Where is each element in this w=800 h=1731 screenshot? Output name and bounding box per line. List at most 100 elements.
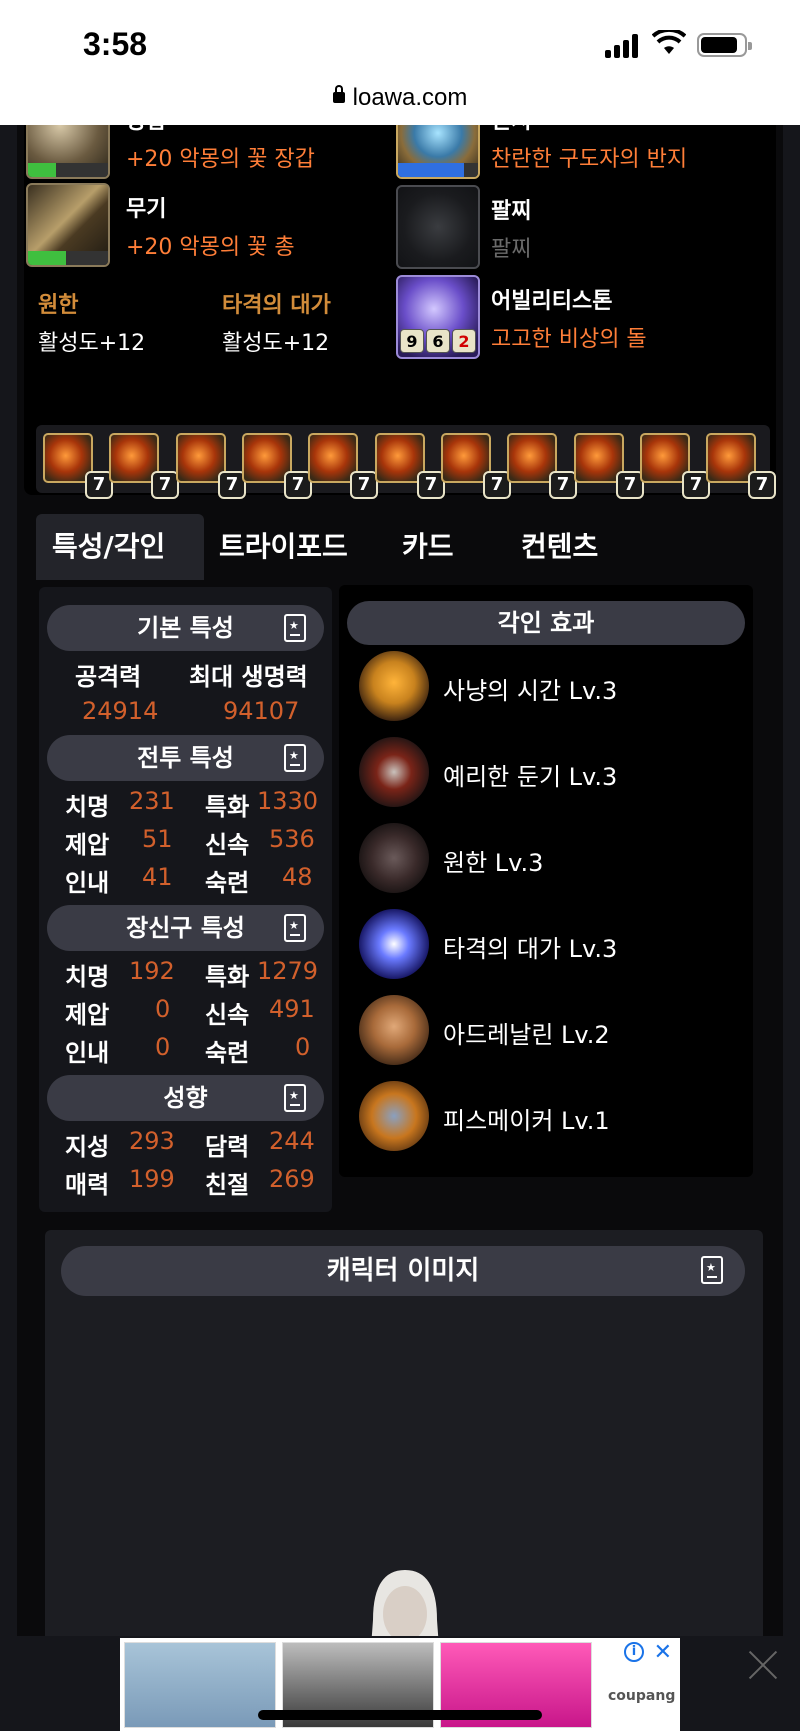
tab-contents[interactable]: 컨텐츠 bbox=[521, 514, 598, 580]
adrenaline-engraving-icon[interactable] bbox=[359, 995, 429, 1065]
stat-value: 1330 bbox=[257, 787, 319, 815]
wifi-icon bbox=[652, 30, 686, 54]
attack-value: 24914 bbox=[82, 697, 159, 725]
stat-label: 친절 bbox=[205, 1171, 250, 1199]
stat-value: 41 bbox=[142, 863, 173, 891]
document-icon[interactable] bbox=[701, 1256, 723, 1284]
hunting-time-engraving-icon[interactable] bbox=[359, 651, 429, 721]
gem-icon[interactable]: 7 bbox=[441, 433, 511, 499]
gem-icon[interactable]: 7 bbox=[640, 433, 710, 499]
stat-value: 0 bbox=[155, 1033, 171, 1061]
grudge-engraving-icon[interactable] bbox=[359, 823, 429, 893]
stat-label: 매력 bbox=[65, 1171, 110, 1199]
gem-icon[interactable]: 7 bbox=[242, 433, 312, 499]
ad-product-bag-image[interactable] bbox=[124, 1642, 276, 1728]
stat-label: 제압 bbox=[65, 1001, 110, 1029]
equip-item-name[interactable]: 팔찌 bbox=[491, 231, 531, 263]
master-brawler-engraving-icon[interactable] bbox=[359, 909, 429, 979]
tab-tripod[interactable]: 트라이포드 bbox=[219, 514, 348, 580]
set-bonus-title: 타격의 대가 bbox=[222, 293, 331, 318]
url-text: loawa.com bbox=[352, 84, 468, 111]
ad-brand: coupang bbox=[608, 1688, 676, 1704]
gauntlet-icon[interactable] bbox=[26, 125, 110, 179]
stat-value: 536 bbox=[269, 825, 315, 853]
browser-chrome: 3:58 loawa.com bbox=[0, 0, 800, 125]
bracelet-icon[interactable] bbox=[396, 185, 480, 269]
gem-icon[interactable]: 7 bbox=[308, 433, 378, 499]
document-icon[interactable] bbox=[284, 614, 306, 642]
ability-stone-icon[interactable]: 9 6 2 bbox=[396, 275, 480, 359]
gem-icon[interactable]: 7 bbox=[43, 433, 113, 499]
gem-level: 7 bbox=[151, 471, 179, 499]
set-bonus-title: 원한 bbox=[38, 293, 79, 318]
gem-level: 7 bbox=[549, 471, 577, 499]
stat-value: 51 bbox=[142, 825, 173, 853]
stat-label: 담력 bbox=[205, 1133, 250, 1161]
page-content: 장갑 +20 악몽의 꽃 장갑 무기 +20 악몽의 꽃 총 원한 활성도+12… bbox=[17, 125, 783, 1731]
stat-label: 제압 bbox=[65, 831, 110, 859]
character-image-header: 캐릭터 이미지 bbox=[61, 1246, 745, 1296]
close-ad-icon[interactable] bbox=[748, 1650, 778, 1680]
combat-stats-title: 전투 특성 bbox=[137, 744, 234, 772]
document-icon[interactable] bbox=[284, 1084, 306, 1112]
stat-label: 치명 bbox=[65, 793, 110, 821]
basic-stats-header: 기본 특성 bbox=[47, 605, 324, 651]
engraving-name: 피스메이커 Lv.1 bbox=[443, 1107, 610, 1135]
stats-panel: 기본 특성 공격력 최대 생명력 24914 94107 전투 특성 치명 23… bbox=[39, 587, 332, 1212]
gem-icon[interactable]: 7 bbox=[507, 433, 577, 499]
stat-value: 0 bbox=[295, 1033, 311, 1061]
set-bonus-value: 활성도+12 bbox=[222, 331, 330, 356]
gem-icon[interactable]: 7 bbox=[375, 433, 445, 499]
stat-value: 0 bbox=[155, 995, 171, 1023]
stat-value: 269 bbox=[269, 1165, 315, 1193]
equip-item-name[interactable]: 찬란한 구도자의 반지 bbox=[491, 141, 687, 173]
stone-penalty-count: 2 bbox=[452, 329, 476, 353]
gem-icon[interactable]: 7 bbox=[706, 433, 776, 499]
stat-value: 244 bbox=[269, 1127, 315, 1155]
accessory-stats-header: 장신구 특성 bbox=[47, 905, 324, 951]
tendency-header: 성향 bbox=[47, 1075, 324, 1121]
engraving-name: 아드레날린 Lv.2 bbox=[443, 1021, 610, 1049]
gem-icon[interactable]: 7 bbox=[109, 433, 179, 499]
stat-label: 신속 bbox=[205, 1001, 250, 1029]
stone-engrave-count: 6 bbox=[426, 329, 450, 353]
weapon-icon[interactable] bbox=[26, 183, 110, 267]
equip-slot-label: 어빌리티스톤 bbox=[491, 289, 613, 314]
stat-label: 숙련 bbox=[205, 869, 250, 897]
equip-item-name[interactable]: +20 악몽의 꽃 장갑 bbox=[126, 141, 315, 173]
ring-icon[interactable] bbox=[396, 125, 480, 179]
stone-engrave-count: 9 bbox=[400, 329, 424, 353]
address-bar[interactable]: loawa.com bbox=[0, 84, 800, 112]
stat-label: 인내 bbox=[65, 1039, 110, 1067]
stat-value: 491 bbox=[269, 995, 315, 1023]
combat-stats-header: 전투 특성 bbox=[47, 735, 324, 781]
cellular-signal-icon bbox=[605, 34, 639, 58]
gem-bar: 7 7 7 7 7 7 7 7 7 7 7 bbox=[36, 425, 776, 499]
status-time: 3:58 bbox=[83, 26, 148, 62]
stat-value: 199 bbox=[129, 1165, 175, 1193]
peacemaker-engraving-icon[interactable] bbox=[359, 1081, 429, 1151]
accessory-stats-title: 장신구 특성 bbox=[126, 914, 245, 942]
lock-icon bbox=[332, 85, 345, 103]
stat-label: 특화 bbox=[205, 963, 250, 991]
equip-item-name[interactable]: 고고한 비상의 돌 bbox=[491, 321, 647, 353]
ad-close-icon[interactable]: ✕ bbox=[654, 1640, 672, 1665]
ad-info-icon[interactable]: i bbox=[624, 1642, 644, 1662]
max-hp-label: 최대 생명력 bbox=[189, 663, 308, 691]
document-icon[interactable] bbox=[284, 914, 306, 942]
keen-blunt-engraving-icon[interactable] bbox=[359, 737, 429, 807]
engraving-panel: 각인 효과 사냥의 시간 Lv.3 예리한 둔기 Lv.3 원한 Lv.3 타격… bbox=[339, 585, 753, 1177]
equip-item-name[interactable]: +20 악몽의 꽃 총 bbox=[126, 229, 295, 261]
tab-cards[interactable]: 카드 bbox=[402, 514, 454, 580]
gem-icon[interactable]: 7 bbox=[574, 433, 644, 499]
battery-icon bbox=[697, 33, 752, 57]
equip-slot-label: 장갑 bbox=[126, 125, 166, 135]
stat-label: 신속 bbox=[205, 831, 250, 859]
document-icon[interactable] bbox=[284, 744, 306, 772]
stat-label: 특화 bbox=[205, 793, 250, 821]
equip-slot-label: 반지 bbox=[491, 125, 531, 135]
equip-slot-label: 팔찌 bbox=[491, 199, 532, 224]
character-image-title: 캐릭터 이미지 bbox=[326, 1256, 480, 1286]
gem-icon[interactable]: 7 bbox=[176, 433, 246, 499]
tab-stats-engravings[interactable]: 특성/각인 bbox=[36, 514, 204, 580]
